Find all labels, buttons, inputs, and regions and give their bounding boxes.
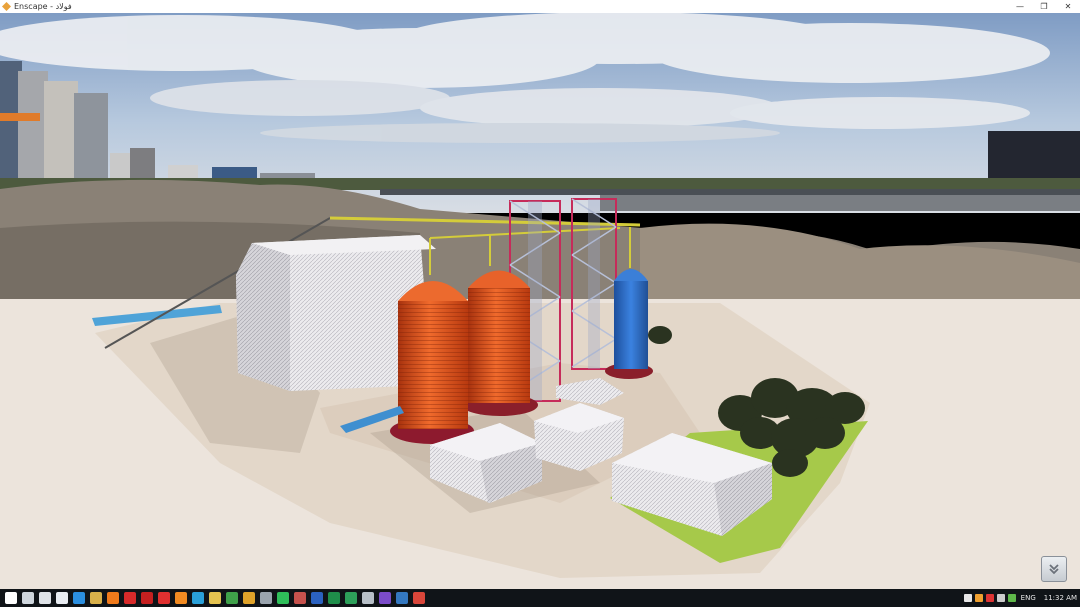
chrome-icon[interactable] (226, 592, 238, 604)
vpn-icon[interactable] (243, 592, 255, 604)
language-indicator[interactable]: ENG (1021, 594, 1036, 602)
whatsapp-icon[interactable] (277, 592, 289, 604)
calculator-icon[interactable] (362, 592, 374, 604)
silo-orange-1 (390, 281, 474, 444)
visual-studio-icon[interactable] (379, 592, 391, 604)
render-scene (0, 13, 1080, 589)
close-button[interactable]: ✕ (1056, 0, 1080, 13)
enscape-app-icon (2, 2, 11, 11)
sketchup-icon[interactable] (294, 592, 306, 604)
city-building-right (988, 131, 1080, 186)
search-app-icon[interactable] (175, 592, 187, 604)
photoshop-icon[interactable] (396, 592, 408, 604)
silo-orange-2 (462, 270, 538, 416)
clock[interactable]: 11:32 AM (1044, 594, 1077, 602)
store-icon[interactable] (39, 592, 51, 604)
firefox-icon[interactable] (107, 592, 119, 604)
antivirus-icon[interactable] (985, 594, 994, 602)
system-tray: ENG 11:32 AM (961, 589, 1080, 607)
restore-button[interactable]: ❐ (1032, 0, 1056, 13)
taskbar: ENG 11:32 AM (0, 589, 1080, 607)
taskbar-apps (0, 592, 425, 604)
word-icon[interactable] (311, 592, 323, 604)
volume-icon[interactable] (996, 594, 1005, 602)
window-title: Enscape - فولاد (14, 2, 72, 11)
network-icon[interactable] (963, 594, 972, 602)
double-chevron-down-icon (1049, 564, 1059, 575)
settings-icon[interactable] (260, 592, 272, 604)
start-icon[interactable] (5, 592, 17, 604)
minimize-button[interactable]: — (1008, 0, 1032, 13)
autocad-icon[interactable] (124, 592, 136, 604)
window-title-bar: Enscape - فولاد — ❐ ✕ (0, 0, 1080, 13)
enscape-icon[interactable] (413, 592, 425, 604)
telegram-icon[interactable] (192, 592, 204, 604)
notification-icon[interactable] (974, 594, 983, 602)
mail-icon[interactable] (56, 592, 68, 604)
acrobat-icon[interactable] (158, 592, 170, 604)
excel-alt-icon[interactable] (345, 592, 357, 604)
files-icon[interactable] (209, 592, 221, 604)
render-viewport[interactable] (0, 13, 1080, 589)
explorer-icon[interactable] (90, 592, 102, 604)
autocad-alt-icon[interactable] (141, 592, 153, 604)
excel-icon[interactable] (328, 592, 340, 604)
task-view-icon[interactable] (22, 592, 34, 604)
navigation-toggle-button[interactable] (1041, 556, 1067, 582)
battery-icon[interactable] (1007, 594, 1016, 602)
edge-icon[interactable] (73, 592, 85, 604)
